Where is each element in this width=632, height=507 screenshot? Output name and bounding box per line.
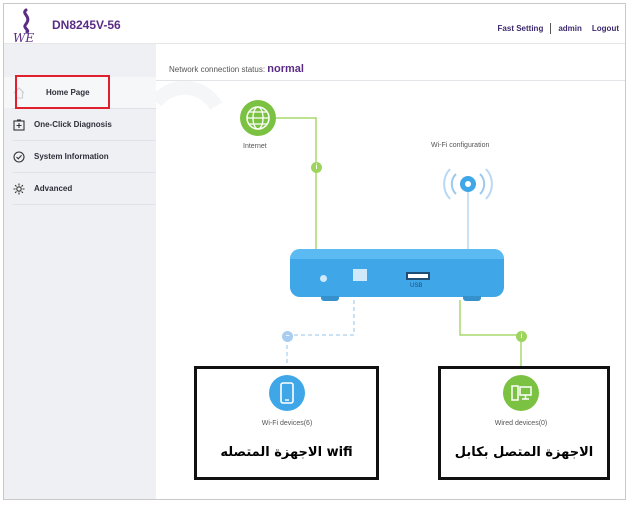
router-foot-right (463, 296, 481, 301)
sidebar-item-label: One-Click Diagnosis (34, 120, 112, 129)
wifi-link-indicator: ~ (282, 331, 293, 342)
diagnosis-icon (4, 118, 34, 131)
wifi-devices-phone-icon[interactable] (269, 375, 305, 411)
fast-setting-link[interactable]: Fast Setting (498, 24, 544, 33)
usb-port-icon (406, 272, 430, 280)
wifi-devices-label[interactable]: Wi-Fi devices(6) (227, 420, 347, 427)
internet-label: Internet (243, 143, 267, 150)
home-page-highlight (15, 75, 110, 109)
wired-link-indicator: i (516, 331, 527, 342)
sidebar-item-label: Advanced (34, 184, 73, 193)
logout-link[interactable]: Logout (592, 24, 619, 33)
top-header: WE DN8245V-56 Fast Setting admin Logout (4, 4, 625, 45)
router-admin-window: WE DN8245V-56 Fast Setting admin Logout … (3, 3, 626, 500)
wired-devices-computer-icon[interactable] (503, 375, 539, 411)
wired-devices-arabic-caption: الاجهزة المتصل بكابل (454, 445, 594, 460)
link-divider (550, 23, 552, 34)
sidebar-item-diagnosis[interactable]: One-Click Diagnosis (4, 109, 156, 140)
sidebar-item-advanced[interactable]: Advanced (4, 173, 156, 204)
sidebar-item-system-information[interactable]: System Information (4, 141, 156, 172)
wifi-configuration-label[interactable]: Wi-Fi configuration (431, 142, 489, 149)
top-links: Fast Setting admin Logout (498, 23, 619, 34)
sidebar: Home Page One-Click Diagnosis System Inf… (4, 44, 156, 499)
internet-globe-icon[interactable] (240, 100, 276, 136)
wired-devices-label[interactable]: Wired devices(0) (461, 420, 581, 427)
router-device: USB (290, 249, 504, 297)
ethernet-port-icon (353, 269, 367, 281)
wifi-devices-arabic-caption: wifi الاجهزة المتصله (220, 445, 353, 460)
sidebar-item-label: System Information (34, 152, 109, 161)
gear-icon (4, 183, 34, 195)
wifi-signal-icon[interactable] (428, 157, 508, 207)
logo-text: WE (13, 31, 35, 45)
router-foot-left (321, 296, 339, 301)
device-model: DN8245V-56 (52, 18, 121, 32)
admin-link[interactable]: admin (558, 24, 582, 33)
info-check-icon (4, 150, 34, 163)
usb-label: USB (410, 283, 423, 289)
internet-link-indicator: i (311, 162, 322, 173)
